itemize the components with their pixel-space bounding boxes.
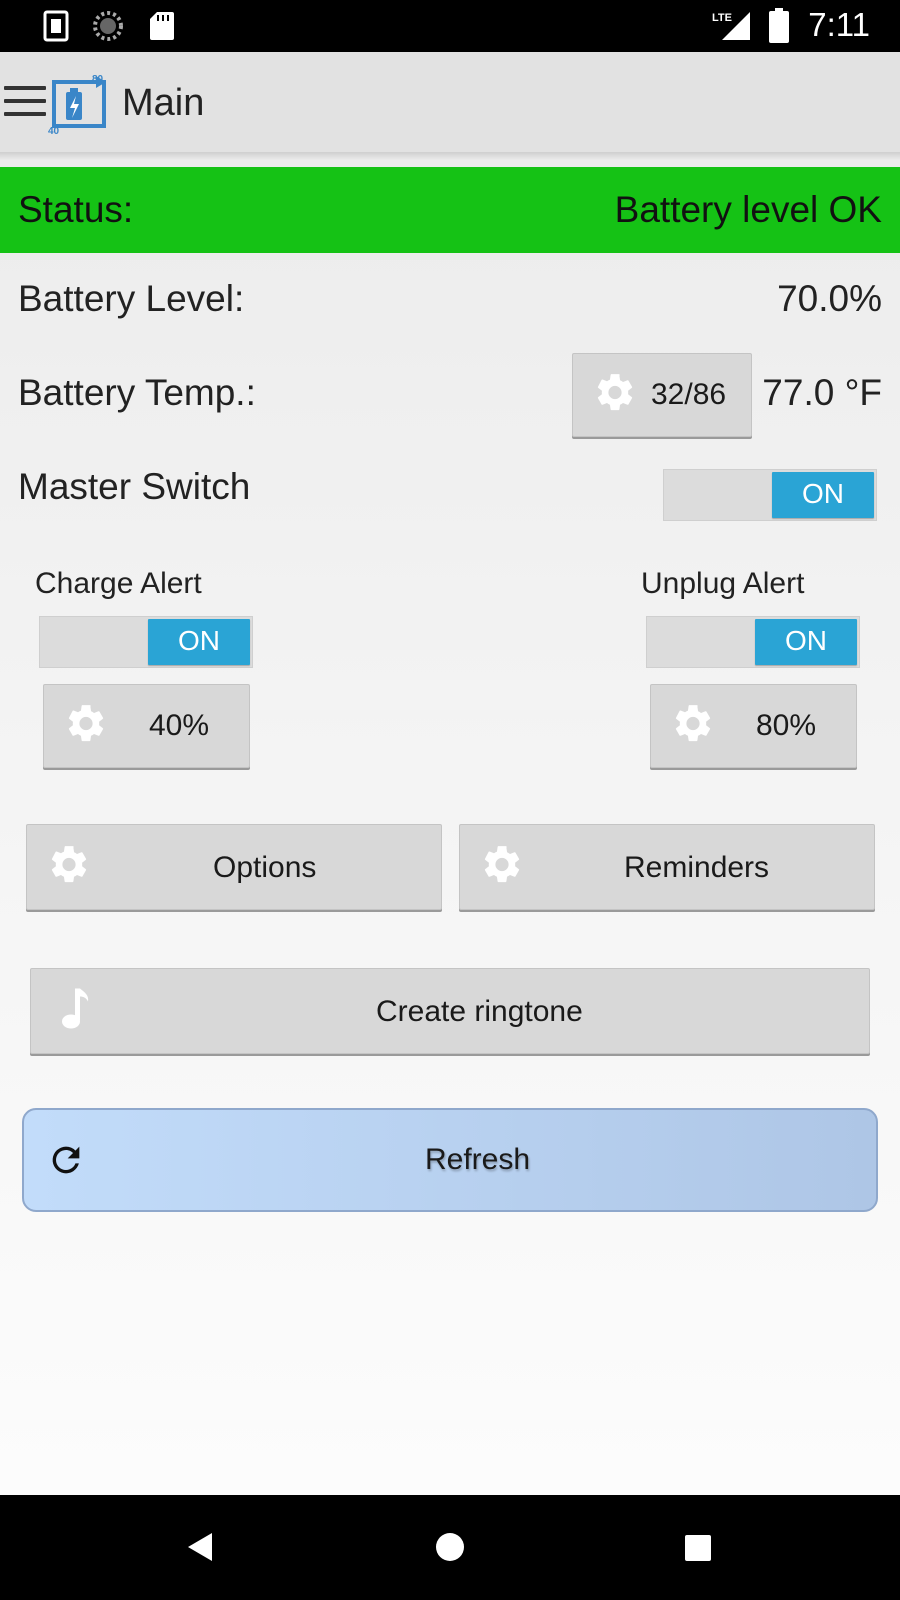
main-content: Status: Battery level OK Battery Level: … [0,160,900,1495]
unplug-alert-state: ON [755,619,857,665]
home-icon[interactable] [435,1532,465,1567]
charge-alert-toggle[interactable]: ON [39,616,253,668]
options-button[interactable]: Options [26,824,442,910]
gear-icon [480,843,524,892]
reminders-label: Reminders [624,851,770,884]
unplug-level-button[interactable]: 80% [650,684,857,768]
recents-icon[interactable] [684,1534,712,1567]
gear-icon [593,371,637,420]
clock: 7:11 [808,6,870,43]
master-switch-label: Master Switch [18,466,251,507]
status-label: Status: [18,189,134,230]
music-note-icon [57,987,91,1036]
svg-text:80: 80 [92,74,104,85]
charge-alert-state: ON [148,619,250,665]
page-title: Main [122,82,205,124]
status-bar: LTE 7:11 [0,0,900,52]
charge-level-button[interactable]: 40% [43,684,250,768]
battery-icon [768,8,790,49]
charge-alert-label: Charge Alert [35,567,202,600]
sync-icon [92,10,124,47]
status-banner: Status: Battery level OK [0,167,900,253]
charge-level-label: 40% [149,709,210,742]
battery-temp-value: 77.0 °F [762,372,882,413]
refresh-button[interactable]: Refresh [22,1108,878,1212]
lte-signal-icon: LTE [712,10,752,47]
temp-range-button[interactable]: 32/86 [572,353,752,437]
svg-text:40: 40 [48,126,60,136]
unplug-alert-toggle[interactable]: ON [646,616,860,668]
create-ringtone-button[interactable]: Create ringtone [30,968,870,1054]
gear-icon [671,702,715,751]
app-bar: 80 40 Main [0,52,900,152]
reminders-button[interactable]: Reminders [459,824,875,910]
app-bar-divider [0,152,900,160]
app-logo-icon: 80 40 [46,72,110,141]
options-label: Options [213,851,317,884]
refresh-icon [46,1140,86,1185]
master-switch-toggle[interactable]: ON [663,469,877,521]
status-value: Battery level OK [614,189,882,230]
battery-level-label: Battery Level: [18,278,245,319]
battery-level-value: 70.0% [777,278,882,319]
gear-icon [47,843,91,892]
menu-icon[interactable] [4,86,46,118]
svg-text:LTE: LTE [712,12,732,24]
navigation-bar [0,1495,900,1600]
gear-icon [64,702,108,751]
back-icon[interactable] [186,1531,214,1568]
master-switch-state: ON [772,472,874,518]
create-ringtone-label: Create ringtone [376,995,583,1028]
temp-range-label: 32/86 [651,378,727,411]
unplug-alert-label: Unplug Alert [641,567,805,600]
refresh-label: Refresh [425,1143,531,1176]
screenshot-icon [40,10,72,47]
sd-card-icon [148,10,176,47]
unplug-level-label: 80% [756,709,817,742]
battery-temp-label: Battery Temp.: [18,372,256,413]
